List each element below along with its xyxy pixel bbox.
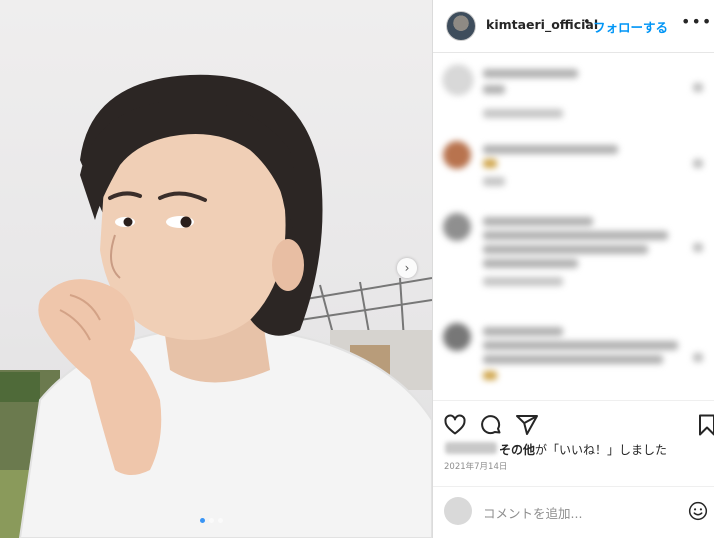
portrait-image <box>0 74 432 538</box>
carousel-dot-1 <box>200 518 205 523</box>
next-photo-button[interactable]: › <box>397 258 417 278</box>
carousel-indicator <box>200 518 223 523</box>
more-icon[interactable]: ••• <box>681 12 712 31</box>
comment-icon[interactable] <box>479 413 503 437</box>
chevron-right-icon: › <box>404 261 410 275</box>
comment-input[interactable]: コメントを追加... <box>483 503 582 522</box>
emoji-icon[interactable] <box>688 501 708 521</box>
bookmark-icon[interactable] <box>695 413 714 437</box>
carousel-dot-3 <box>218 518 223 523</box>
post-date[interactable]: 2021年7月14日 <box>444 460 507 472</box>
comment-composer: コメントを追加... <box>433 486 714 539</box>
post-side-panel: kimtaeri_official • フォローする ••• その他が「いいね！… <box>433 0 714 538</box>
post-photo[interactable]: › <box>0 0 432 538</box>
likes-summary[interactable]: その他が「いいね！」しました <box>499 441 667 458</box>
post-header: kimtaeri_official • フォローする ••• <box>433 0 714 53</box>
avatar[interactable] <box>446 11 476 41</box>
likes-others[interactable]: その他 <box>499 443 535 457</box>
carousel-dot-2 <box>209 518 214 523</box>
comments-list[interactable] <box>433 53 714 400</box>
username[interactable]: kimtaeri_official <box>486 17 598 32</box>
avatar <box>444 497 472 525</box>
separator: • <box>583 15 591 30</box>
likes-label: が「いいね！」しました <box>535 443 668 457</box>
share-icon[interactable] <box>515 413 539 437</box>
liker-names[interactable] <box>445 442 497 454</box>
follow-button[interactable]: フォローする <box>593 17 668 36</box>
heart-icon[interactable] <box>443 413 467 437</box>
